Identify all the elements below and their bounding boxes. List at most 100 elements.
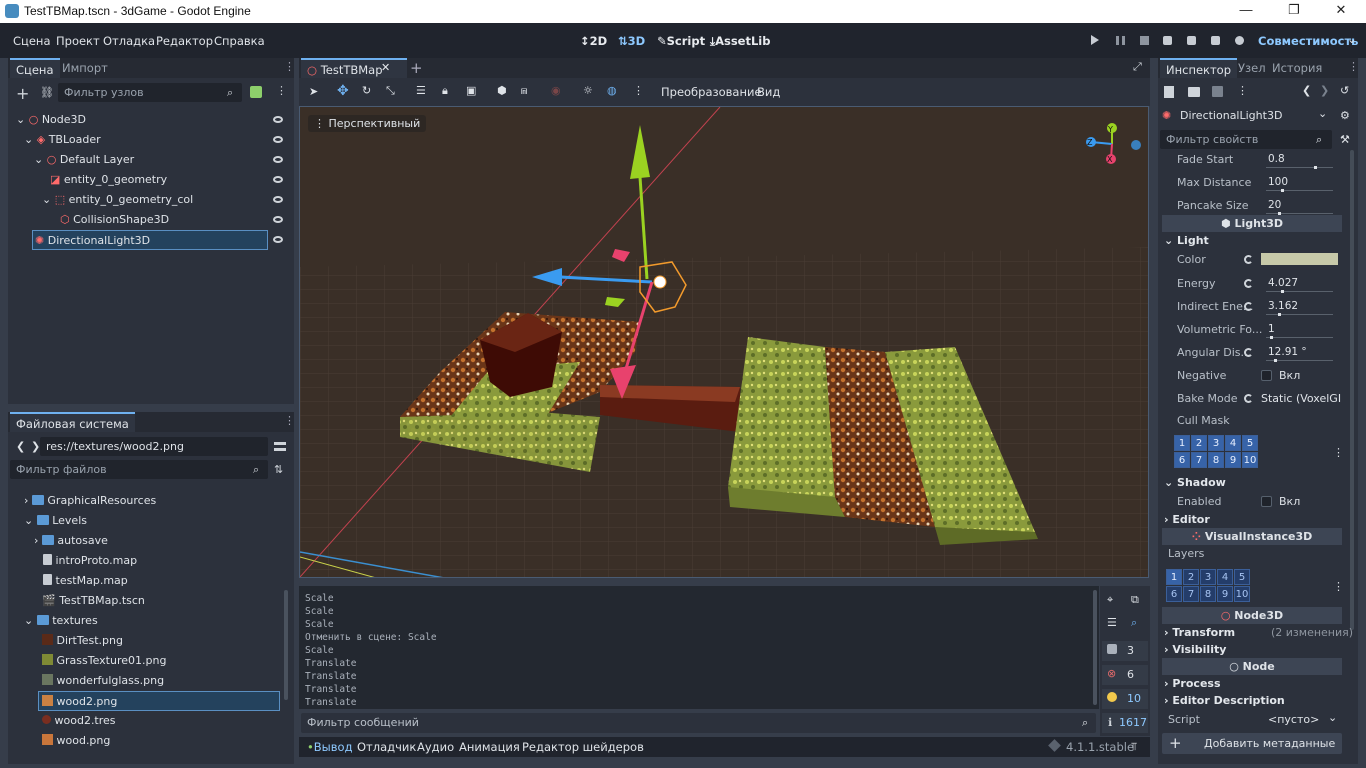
prop-energy-slider[interactable]: 4.027 — [1262, 274, 1337, 293]
revert-icon[interactable] — [1244, 255, 1253, 264]
visibility-eye-icon[interactable] — [273, 196, 283, 203]
group-visibility[interactable]: › Visibility — [1164, 643, 1226, 656]
layer-bit[interactable]: 1 — [1166, 569, 1182, 585]
cull-mask-bit[interactable]: 7 — [1191, 452, 1207, 468]
mode-script-button[interactable]: ✎Script — [657, 34, 705, 48]
object-history-icon[interactable]: ↺ — [1340, 84, 1349, 97]
node-filter-input[interactable]: Фильтр узлов — [58, 83, 242, 102]
file-filter-input[interactable]: Фильтр файлов — [10, 460, 268, 479]
renderer-chevron-icon[interactable]: ⌄ — [1347, 32, 1357, 46]
tab-animation[interactable]: Анимация — [459, 740, 520, 754]
property-filter-input[interactable]: Фильтр свойств — [1160, 130, 1332, 149]
section-light3d[interactable]: ⬢ Light3D — [1162, 215, 1342, 232]
tab-output[interactable]: •Вывод — [307, 740, 353, 754]
layer-bit[interactable]: 3 — [1200, 569, 1216, 585]
tree-node-geometry[interactable]: ◪ entity_0_geometry — [50, 170, 167, 190]
prop-fade-start-slider[interactable]: 0.8 — [1262, 150, 1337, 169]
file-item-dirttest[interactable]: DirtTest.png — [42, 631, 123, 651]
select-tool-icon[interactable]: ➤ — [309, 85, 318, 98]
tree-node-collision-shape[interactable]: ⬡ CollisionShape3D — [60, 210, 169, 230]
layer-bit[interactable]: 5 — [1234, 569, 1250, 585]
group-editor-description[interactable]: › Editor Description — [1164, 694, 1285, 707]
revert-icon[interactable] — [1244, 348, 1253, 357]
tree-node-tbloader[interactable]: ⌄ ◈ TBLoader — [24, 130, 101, 150]
group-process[interactable]: › Process — [1164, 677, 1221, 690]
new-tab-icon[interactable]: + — [410, 59, 423, 77]
file-item-levels[interactable]: ⌄ Levels — [24, 511, 87, 531]
new-resource-icon[interactable] — [1164, 86, 1174, 98]
negative-checkbox[interactable] — [1261, 370, 1272, 381]
file-item-textures[interactable]: ⌄ textures — [24, 611, 98, 631]
dock-menu-icon[interactable]: ⋮ — [284, 414, 295, 427]
add-node-icon[interactable]: + — [16, 84, 29, 103]
scene-options-icon[interactable]: ⋮ — [276, 84, 287, 97]
prop-indirect-energy-slider[interactable]: 3.162 — [1262, 297, 1337, 316]
group-editor[interactable]: › Editor — [1164, 513, 1210, 526]
group-shadow[interactable]: ⌄ Shadow — [1164, 476, 1226, 489]
filter-info-button[interactable]: ℹ 1617 — [1102, 713, 1148, 733]
minimize-button[interactable]: — — [1236, 2, 1256, 17]
layer-bit[interactable]: 10 — [1234, 586, 1250, 602]
perspective-menu[interactable]: ⋮ Перспективный — [308, 115, 427, 132]
layer-bit[interactable]: 7 — [1183, 586, 1199, 602]
close-window-button[interactable]: ✕ — [1331, 2, 1351, 18]
close-tab-icon[interactable]: ✕ — [381, 61, 390, 74]
section-node3d[interactable]: ○ Node3D — [1162, 607, 1342, 624]
tab-filesystem[interactable]: Файловая система — [10, 412, 135, 432]
cull-mask-bit[interactable]: 10 — [1242, 452, 1258, 468]
tab-scene[interactable]: Сцена — [10, 58, 60, 78]
split-mode-icon[interactable] — [274, 442, 286, 451]
inspected-node-selector[interactable]: ✺ DirectionalLight3D ⌄ — [1158, 106, 1332, 126]
play-custom-icon[interactable] — [1211, 36, 1220, 45]
sun-preview-icon[interactable]: ☼ — [583, 84, 593, 97]
view-menu[interactable]: Вид — [757, 85, 780, 99]
tab-debugger[interactable]: Отладчик — [357, 740, 416, 754]
restore-button[interactable]: ❐ — [1284, 2, 1304, 18]
layers-menu-icon[interactable]: ⋮ — [1333, 580, 1344, 593]
resource-options-icon[interactable]: ⋮ — [1237, 84, 1248, 97]
3d-viewport[interactable]: Y Z X ⋮ Перспективный — [299, 106, 1149, 578]
tab-history[interactable]: История — [1266, 58, 1328, 78]
visibility-eye-icon[interactable] — [273, 116, 283, 123]
menu-editor[interactable]: Редактор — [156, 34, 213, 48]
mode-3d-button[interactable]: ⇅3D — [618, 34, 645, 48]
sort-icon[interactable]: ⇅ — [274, 463, 283, 476]
layer-bit[interactable]: 9 — [1217, 586, 1233, 602]
play-scene-icon[interactable] — [1187, 36, 1196, 45]
cull-mask-bit[interactable]: 2 — [1191, 435, 1207, 451]
file-item-introproto[interactable]: introProto.map — [43, 551, 137, 571]
prop-angular-distance-slider[interactable]: 12.91 ° — [1262, 343, 1337, 362]
tree-node-directional-light[interactable]: ✺ DirectionalLight3D — [32, 230, 268, 250]
file-item-testtbmap[interactable]: 🎬 TestTBMap.tscn — [42, 591, 145, 611]
shadow-enabled-checkbox[interactable] — [1261, 496, 1272, 507]
bake-mode-select[interactable]: Static (VoxelGI/S — [1261, 392, 1341, 405]
file-item-wonderfulglass[interactable]: wonderfulglass.png — [42, 671, 164, 691]
file-item-wood2-png[interactable]: wood2.png — [38, 691, 280, 711]
visibility-eye-icon[interactable] — [273, 156, 283, 163]
cull-mask-bit[interactable]: 4 — [1225, 435, 1241, 451]
group-light[interactable]: ⌄ Light — [1164, 234, 1209, 247]
filter-errors-button[interactable]: ⊗ 6 — [1102, 665, 1148, 685]
tab-inspector[interactable]: Инспектор — [1160, 58, 1238, 78]
rotate-tool-icon[interactable]: ↻ — [362, 84, 371, 97]
color-swatch[interactable] — [1261, 253, 1338, 265]
script-attach-icon[interactable] — [250, 86, 262, 98]
group-transform[interactable]: › Transform — [1164, 626, 1235, 639]
transform-menu[interactable]: Преобразование — [661, 85, 762, 99]
section-node[interactable]: ○ Node — [1162, 658, 1342, 675]
prop-pancake-size-slider[interactable]: 20 — [1262, 196, 1337, 215]
scene-tab[interactable]: ○ TestTBMap — [301, 58, 407, 78]
menu-help[interactable]: Справка — [214, 34, 265, 48]
revert-icon[interactable] — [1244, 302, 1253, 311]
search-log-icon[interactable]: ⌕ — [1131, 616, 1137, 630]
inspector-scrollbar[interactable] — [1350, 150, 1354, 630]
menu-project[interactable]: Проект — [56, 34, 100, 48]
play-icon[interactable] — [1091, 35, 1099, 45]
scale-tool-icon[interactable]: ⤡ — [386, 84, 395, 98]
output-log[interactable] — [299, 586, 1099, 709]
file-item-autosave[interactable]: › autosave — [34, 531, 108, 551]
tab-shader-editor[interactable]: Редактор шейдеров — [522, 740, 644, 754]
forward-icon[interactable]: ❯ — [31, 440, 40, 453]
movie-maker-icon[interactable] — [1235, 36, 1244, 45]
history-back-icon[interactable]: ❮ — [1302, 84, 1311, 97]
